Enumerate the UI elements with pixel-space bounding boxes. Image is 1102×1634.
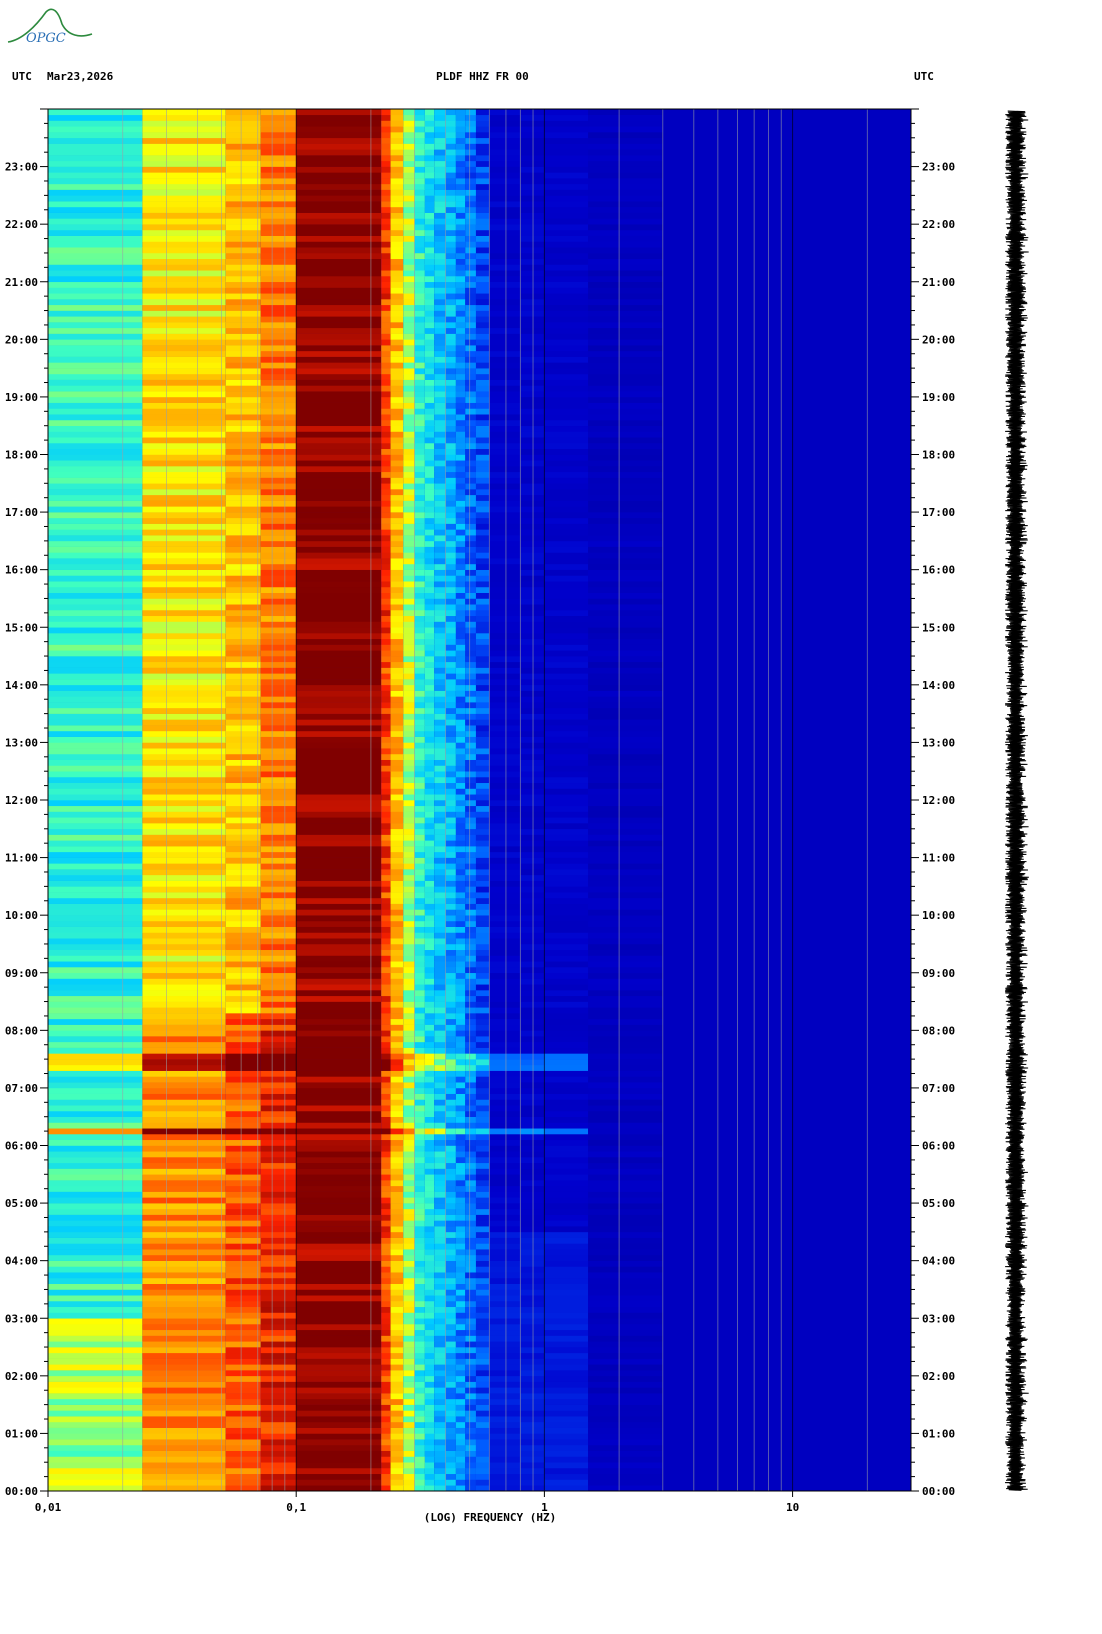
y-tick-label-left: 23:00 — [5, 161, 38, 174]
y-tick-label-right: 18:00 — [922, 449, 955, 462]
y-tick-label-right: 01:00 — [922, 1427, 955, 1440]
x-axis-label: (LOG) FREQUENCY (HZ) — [424, 1511, 556, 1524]
y-tick-label-left: 08:00 — [5, 1024, 38, 1037]
y-tick-label-right: 03:00 — [922, 1312, 955, 1325]
y-tick-label-right: 15:00 — [922, 621, 955, 634]
y-tick-label-left: 07:00 — [5, 1082, 38, 1095]
y-tick-label-right: 20:00 — [922, 333, 955, 346]
x-tick-label: 0,1 — [286, 1501, 306, 1514]
y-tick-label-left: 09:00 — [5, 967, 38, 980]
y-tick-label-left: 10:00 — [5, 909, 38, 922]
y-tick-label-left: 03:00 — [5, 1312, 38, 1325]
y-tick-label-right: 14:00 — [922, 679, 955, 692]
y-tick-label-left: 18:00 — [5, 449, 38, 462]
seismogram-trace — [1004, 110, 1029, 1491]
y-tick-label-left: 00:00 — [5, 1485, 38, 1498]
y-tick-label-right: 17:00 — [922, 506, 955, 519]
y-tick-label-right: 23:00 — [922, 161, 955, 174]
y-tick-label-left: 19:00 — [5, 391, 38, 404]
y-tick-label-left: 06:00 — [5, 1140, 38, 1153]
y-tick-label-right: 08:00 — [922, 1024, 955, 1037]
y-tick-label-left: 01:00 — [5, 1427, 38, 1440]
y-tick-label-left: 14:00 — [5, 679, 38, 692]
y-tick-label-right: 02:00 — [922, 1370, 955, 1383]
x-tick-label: 10 — [786, 1501, 799, 1514]
y-tick-label-right: 19:00 — [922, 391, 955, 404]
y-tick-label-left: 02:00 — [5, 1370, 38, 1383]
frequency-axis: 0,01 0,1 1 10 — [35, 1491, 799, 1514]
y-tick-label-right: 12:00 — [922, 794, 955, 807]
y-tick-label-right: 10:00 — [922, 909, 955, 922]
y-tick-label-left: 11:00 — [5, 852, 38, 865]
y-tick-label-right: 09:00 — [922, 967, 955, 980]
y-tick-label-right: 06:00 — [922, 1140, 955, 1153]
y-tick-label-right: 05:00 — [922, 1197, 955, 1210]
y-tick-label-right: 07:00 — [922, 1082, 955, 1095]
y-tick-label-left: 22:00 — [5, 218, 38, 231]
y-tick-label-right: 00:00 — [922, 1485, 955, 1498]
y-tick-label-left: 05:00 — [5, 1197, 38, 1210]
y-tick-label-left: 15:00 — [5, 621, 38, 634]
y-tick-label-right: 21:00 — [922, 276, 955, 289]
spectrogram-chart: 00:00 00:00 01:00 01:00 02:00 02:00 03:00 03:00… — [5, 108, 1029, 1524]
y-tick-label-left: 20:00 — [5, 333, 38, 346]
y-tick-label-left: 17:00 — [5, 506, 38, 519]
trace-path — [1004, 110, 1029, 1491]
x-tick-label: 0,01 — [35, 1501, 62, 1514]
y-tick-label-right: 11:00 — [922, 852, 955, 865]
y-tick-label-right: 22:00 — [922, 218, 955, 231]
y-tick-label-left: 21:00 — [5, 276, 38, 289]
y-tick-label-left: 16:00 — [5, 564, 38, 577]
y-tick-label-left: 12:00 — [5, 794, 38, 807]
y-tick-label-right: 04:00 — [922, 1255, 955, 1268]
y-tick-label-right: 16:00 — [922, 564, 955, 577]
y-tick-label-left: 04:00 — [5, 1255, 38, 1268]
y-tick-label-right: 13:00 — [922, 736, 955, 749]
y-tick-label-left: 13:00 — [5, 736, 38, 749]
